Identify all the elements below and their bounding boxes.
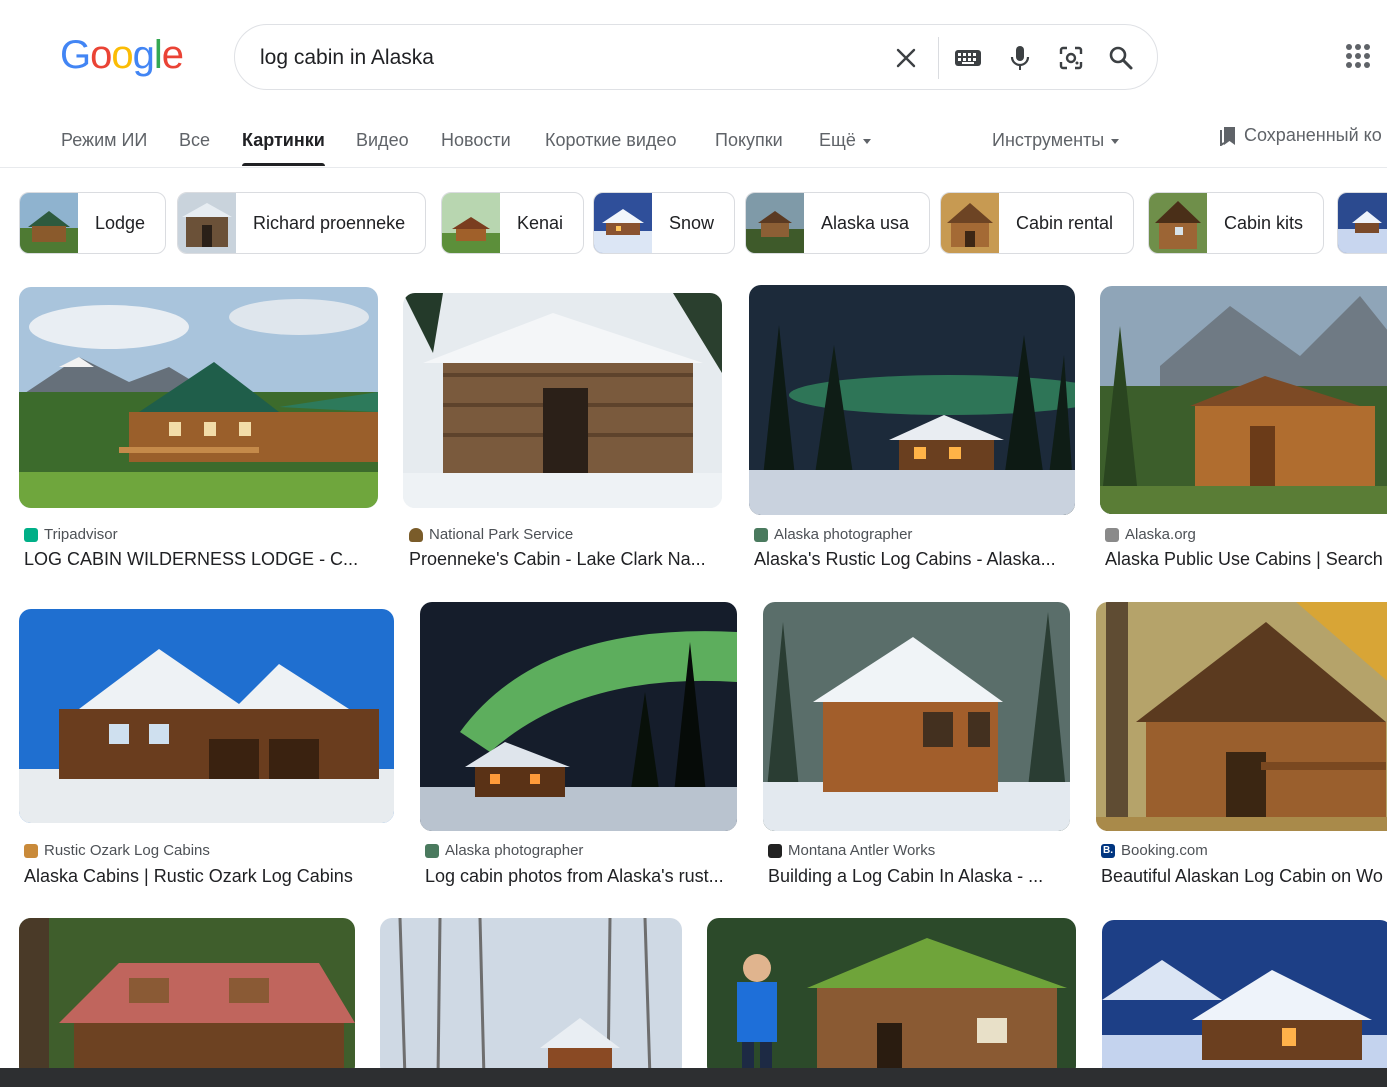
- lens-icon[interactable]: [1054, 41, 1088, 75]
- tab-shopping[interactable]: Покупки: [715, 130, 783, 151]
- chip-richard-proenneke[interactable]: Richard proenneke: [177, 192, 427, 254]
- search-icon[interactable]: [1104, 41, 1138, 75]
- result-image[interactable]: [707, 918, 1076, 1078]
- result-image[interactable]: [763, 602, 1070, 831]
- keyboard-icon[interactable]: [951, 41, 985, 75]
- taskbar: [0, 1068, 1387, 1087]
- chip-thumbnail: [594, 193, 652, 253]
- photographer-icon: [425, 843, 439, 858]
- booking-icon: B.: [1101, 843, 1115, 858]
- bookmark-icon: [1220, 127, 1235, 148]
- result-source[interactable]: National Park Service: [409, 526, 573, 543]
- chip-label: Alaska usa: [821, 212, 910, 233]
- result-title[interactable]: Alaska Cabins | Rustic Ozark Log Cabins: [24, 866, 384, 887]
- google-logo[interactable]: Google: [60, 33, 184, 78]
- tab-news[interactable]: Новости: [441, 130, 511, 151]
- search-box: [234, 24, 1158, 90]
- result-source-name: Alaska photographer: [774, 526, 913, 543]
- result-image[interactable]: [1102, 920, 1387, 1078]
- chip-more[interactable]: [1337, 192, 1387, 254]
- result-source[interactable]: Alaska photographer: [754, 526, 912, 543]
- result-source-name: Rustic Ozark Log Cabins: [44, 842, 210, 859]
- chip-cabin-rental[interactable]: Cabin rental: [940, 192, 1135, 254]
- tab-more[interactable]: Ещё: [819, 130, 871, 151]
- tab-more-label: Ещё: [819, 130, 856, 150]
- result-source[interactable]: Tripadvisor: [24, 526, 118, 543]
- chip-thumbnail: [1149, 193, 1207, 253]
- chip-cabin-kits[interactable]: Cabin kits: [1148, 192, 1325, 254]
- result-source-name: Tripadvisor: [44, 526, 118, 543]
- tab-videos[interactable]: Видео: [356, 130, 409, 151]
- chip-lodge[interactable]: Lodge: [19, 192, 167, 254]
- chip-snow[interactable]: Snow: [593, 192, 736, 254]
- chevron-down-icon: [1111, 138, 1120, 144]
- result-image[interactable]: [380, 918, 682, 1078]
- chip-label: Cabin kits: [1224, 212, 1304, 233]
- result-source-name: Alaska.org: [1125, 526, 1196, 543]
- saved-button[interactable]: Сохраненный ко: [1220, 125, 1382, 148]
- chip-thumbnail: [442, 193, 500, 253]
- chip-label: Richard proenneke: [253, 212, 406, 233]
- alaska-org-icon: [1105, 527, 1119, 542]
- chip-kenai[interactable]: Kenai: [441, 192, 585, 254]
- chevron-down-icon: [862, 138, 871, 144]
- tripadvisor-icon: [24, 527, 38, 542]
- tab-all[interactable]: Все: [179, 130, 210, 151]
- chip-alaska-usa[interactable]: Alaska usa: [745, 192, 931, 254]
- result-image[interactable]: [19, 287, 378, 508]
- chip-thumbnail: [941, 193, 999, 253]
- tools-button[interactable]: Инструменты: [992, 130, 1120, 151]
- tab-short-videos[interactable]: Короткие видео: [545, 130, 676, 151]
- chip-label: Cabin rental: [1016, 212, 1114, 233]
- search-tabs: Режим ИИ Все Картинки Видео Новости Коро…: [0, 110, 1387, 168]
- chip-thumbnail: [746, 193, 804, 253]
- result-image[interactable]: [420, 602, 737, 831]
- result-source[interactable]: Alaska photographer: [425, 842, 583, 859]
- result-image[interactable]: [1096, 602, 1387, 831]
- tab-ai-mode[interactable]: Режим ИИ: [61, 130, 147, 151]
- search-divider: [938, 37, 939, 79]
- result-title[interactable]: Log cabin photos from Alaska's rust...: [425, 866, 735, 887]
- result-source-name: National Park Service: [429, 526, 574, 543]
- result-title[interactable]: LOG CABIN WILDERNESS LODGE - C...: [24, 549, 378, 570]
- apps-icon[interactable]: [1346, 44, 1370, 68]
- nps-icon: [409, 527, 423, 542]
- tools-label: Инструменты: [992, 130, 1105, 150]
- photographer-icon: [754, 527, 768, 542]
- results-page: Google Режим ИИ: [0, 0, 1387, 1087]
- result-title[interactable]: Beautiful Alaskan Log Cabin on Wo: [1101, 866, 1387, 887]
- chip-label: Snow: [669, 212, 715, 233]
- saved-label: Сохраненный ко: [1244, 125, 1382, 145]
- result-source[interactable]: B. Booking.com: [1101, 842, 1208, 859]
- rustic-ozark-icon: [24, 843, 38, 858]
- chip-thumbnail: [1338, 193, 1387, 253]
- chip-thumbnail: [20, 193, 78, 253]
- result-image[interactable]: [19, 609, 394, 823]
- antler-icon: [768, 843, 782, 858]
- search-input[interactable]: [260, 41, 880, 75]
- result-title[interactable]: Alaska Public Use Cabins | Search: [1105, 549, 1387, 570]
- mic-icon[interactable]: [1003, 41, 1037, 75]
- result-image[interactable]: [1100, 286, 1387, 514]
- result-source[interactable]: Alaska.org: [1105, 526, 1196, 543]
- result-image[interactable]: [403, 293, 722, 508]
- result-title[interactable]: Alaska's Rustic Log Cabins - Alaska...: [754, 549, 1070, 570]
- result-source[interactable]: Montana Antler Works: [768, 842, 935, 859]
- result-title[interactable]: Proenneke's Cabin - Lake Clark Na...: [409, 549, 722, 570]
- chip-thumbnail: [178, 193, 236, 253]
- result-title[interactable]: Building a Log Cabin In Alaska - ...: [768, 866, 1063, 887]
- result-source[interactable]: Rustic Ozark Log Cabins: [24, 842, 210, 859]
- clear-icon[interactable]: [889, 41, 923, 75]
- result-source-name: Booking.com: [1121, 842, 1208, 859]
- result-image[interactable]: [749, 285, 1075, 515]
- chip-label: Lodge: [95, 212, 146, 233]
- result-image[interactable]: [19, 918, 355, 1078]
- result-source-name: Montana Antler Works: [788, 842, 936, 859]
- tab-images[interactable]: Картинки: [242, 130, 325, 166]
- chip-label: Kenai: [517, 212, 564, 233]
- result-source-name: Alaska photographer: [445, 842, 584, 859]
